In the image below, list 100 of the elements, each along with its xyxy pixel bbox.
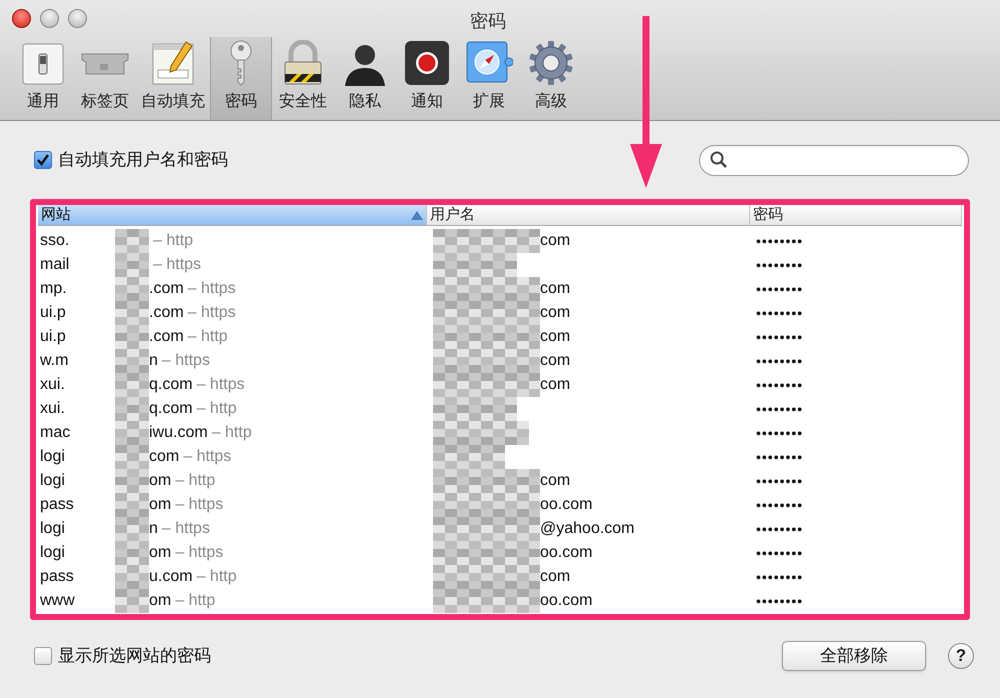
toolbar-tab[interactable]: 高级 [520,37,582,120]
protocol-text: – https [175,495,224,515]
protocol-text: – http [196,399,237,419]
username-text: com [540,567,570,587]
site-text: logi [40,471,66,491]
protocol-text: – https [175,543,224,563]
close-button[interactable] [12,9,31,28]
site-text: n [149,519,158,539]
toolbar-tab[interactable]: 自动填充 [136,37,210,120]
remove-all-button[interactable]: 全部移除 [782,641,926,671]
site-text: mail [40,255,70,275]
password-text: •••••••• [755,376,804,394]
password-text: •••••••• [755,448,804,466]
pixelated-block [115,493,149,517]
protocol-text: – http [188,327,228,347]
site-text: q.com [149,375,193,395]
site-text: sso. [40,231,70,251]
protocol-text: – https [162,351,210,371]
pixelated-block [115,589,149,613]
protocol-text: – https [162,519,210,539]
protocol-text: – http [212,423,252,443]
site-text: q.com [149,399,193,419]
protocol-text: – https [188,279,236,299]
site-text: u.com [149,567,193,587]
notepad-pencil-icon [150,40,196,86]
password-text: •••••••• [755,400,804,418]
password-text: •••••••• [755,232,804,250]
checkbox[interactable] [34,647,52,665]
site-text: xui. [40,399,66,419]
username-text: com [540,471,570,491]
password-text: •••••••• [755,352,804,370]
sort-arrow-icon [411,210,423,220]
site-text: logi [40,543,66,563]
site-text: .com [149,303,184,323]
username-text: oo.com [540,495,592,515]
site-text: www [40,591,76,611]
checkbox[interactable] [34,151,52,169]
pixelated-block [115,421,149,445]
site-text: pass [40,495,75,515]
username-text: com [540,279,570,299]
toolbar-tab[interactable]: 扩展 [458,37,520,120]
search-field[interactable] [699,144,969,176]
column-header[interactable]: 网站 [38,205,427,225]
password-text: •••••••• [755,496,804,514]
switch-icon [21,42,65,86]
password-text: •••••••• [755,544,804,562]
site-text: mp. [40,279,68,299]
pixelated-block [115,277,149,301]
minimize-button[interactable] [40,9,59,28]
username-text: com [540,231,570,251]
username-text: @yahoo.com [540,519,635,539]
pixelated-block [115,301,149,325]
password-text: •••••••• [755,520,804,538]
protocol-text: – http [153,231,194,251]
toolbar-tab[interactable]: 隐私 [334,37,396,120]
zoom-button[interactable] [68,9,87,28]
pixelated-block [115,253,149,277]
pixelated-block [115,565,149,589]
site-text: logi [40,519,66,539]
column-header[interactable]: 密码 [750,205,962,225]
site-text: om [149,471,172,491]
checkbox-label: 自动填充用户名和密码 [58,149,228,172]
site-text: ui.p [40,327,67,347]
site-text: n [149,351,158,371]
protocol-text: – https [188,303,236,323]
username-text: com [540,375,570,395]
pixelated-block [115,373,149,397]
password-text: •••••••• [755,568,804,586]
username-text: com [540,303,570,323]
column-header[interactable]: 用户名 [427,205,750,225]
toolbar-tab[interactable]: 密码 [210,37,272,120]
site-text: ui.p [40,303,67,323]
pixelated-block [115,517,149,541]
toolbar-tab[interactable]: 通用 [12,37,74,120]
protocol-text: – https [153,255,202,275]
site-text: iwu.com [149,423,208,443]
pixelated-block [115,397,149,421]
protocol-text: – https [196,375,245,395]
protocol-text: – http [175,471,216,491]
site-text: xui. [40,375,66,395]
checkmark-icon [36,153,50,167]
record-icon [404,40,450,86]
site-text: com [149,447,180,467]
protocol-text: – http [175,591,216,611]
gear-icon [528,40,574,86]
search-icon [710,151,728,169]
username-text: oo.com [540,591,592,611]
help-button[interactable]: ? [948,643,974,669]
password-text: •••••••• [755,328,804,346]
toolbar-tab[interactable]: 通知 [396,37,458,120]
username-text: oo.com [540,543,592,563]
pixelated-block [115,325,149,349]
username-text: com [540,351,570,371]
toolbar-tab[interactable]: 安全性 [272,37,334,120]
checkbox-label: 显示所选网站的密码 [58,645,211,668]
password-text: •••••••• [755,424,804,442]
site-text: .com [149,279,184,299]
toolbar-tab[interactable]: 标签页 [74,37,136,120]
window-title: 密码 [470,10,506,33]
password-text: •••••••• [755,592,804,610]
